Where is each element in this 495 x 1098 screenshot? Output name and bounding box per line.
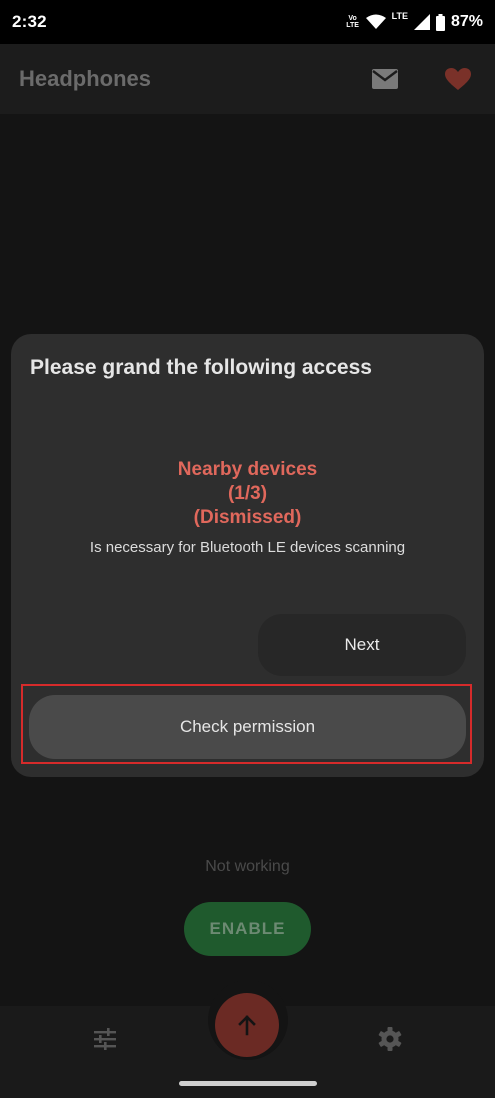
battery-icon (435, 13, 445, 31)
status-time: 2:32 (12, 12, 47, 31)
permission-description: Is necessary for Bluetooth LE devices sc… (89, 539, 406, 556)
signal-icon (413, 14, 430, 30)
enable-button[interactable]: ENABLE (184, 902, 311, 956)
settings-nav-button[interactable] (377, 1026, 403, 1052)
gear-icon (378, 1027, 402, 1051)
fab-button[interactable] (215, 993, 279, 1057)
check-permission-button[interactable]: Check permission (29, 695, 466, 759)
app-title: Headphones (19, 66, 152, 91)
permission-name: Nearby devices (177, 459, 318, 480)
permission-info: Nearby devices (1/3) (Dismissed) Is nece… (11, 458, 484, 556)
battery-percent: 87% (450, 13, 483, 30)
home-indicator[interactable] (179, 1081, 317, 1086)
mail-icon (372, 69, 398, 89)
arrow-up-icon (238, 1015, 256, 1036)
volte-indicator: Vo LTE (346, 15, 359, 29)
screen: 2:32 Vo LTE LTE 87% Headphones Not worki… (0, 0, 495, 1098)
permission-dialog: Please grand the following access Nearby… (11, 334, 484, 777)
status-icons: Vo LTE LTE 87% (346, 10, 483, 34)
next-button[interactable]: Next (258, 614, 466, 676)
status-bar: 2:32 Vo LTE LTE 87% (0, 0, 495, 44)
permission-progress: (1/3) (227, 483, 268, 504)
permission-state: (Dismissed) (193, 507, 302, 528)
favorite-button[interactable] (443, 65, 473, 93)
sliders-icon (94, 1028, 116, 1050)
app-bar: Headphones (0, 44, 495, 114)
wifi-icon (365, 14, 386, 29)
lte-indicator: LTE (391, 11, 408, 21)
dialog-title: Please grand the following access (30, 356, 372, 379)
mail-button[interactable] (370, 65, 400, 93)
equalizer-nav-button[interactable] (92, 1026, 118, 1052)
service-status-text: Not working (205, 858, 290, 875)
heart-icon (445, 68, 471, 90)
